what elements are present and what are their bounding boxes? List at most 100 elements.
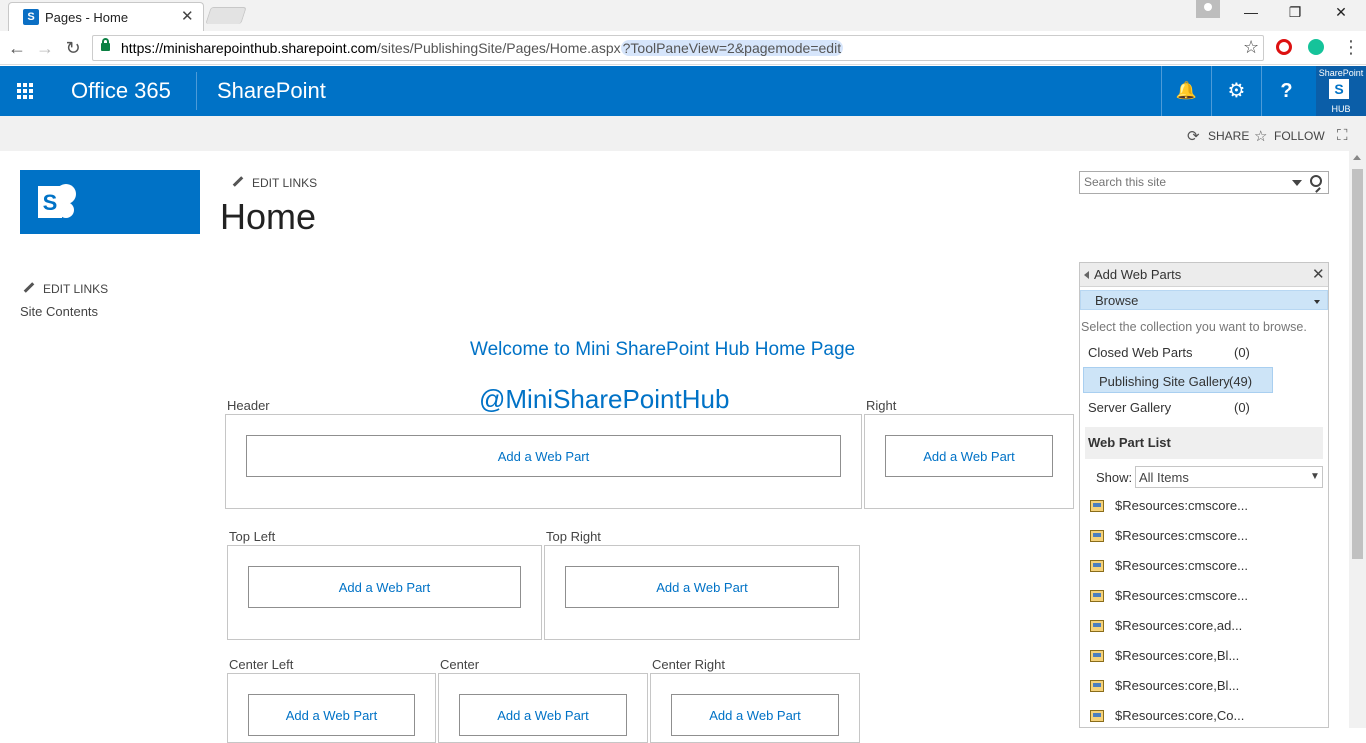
web-part-list-item[interactable]: $Resources:core,Bl... (1088, 647, 1318, 669)
show-filter-select[interactable]: All Items ▼ (1135, 466, 1323, 488)
sharepoint-hub-logo[interactable]: SharePoint S HUB (1316, 66, 1366, 116)
scrollbar-thumb[interactable] (1352, 169, 1363, 559)
bell-icon[interactable]: 🔔 (1161, 66, 1211, 116)
add-web-part-button[interactable]: Add a Web Part (885, 435, 1053, 477)
new-tab-button[interactable] (205, 7, 247, 24)
web-part-icon (1090, 590, 1104, 602)
zone-center-left: Add a Web Part (227, 673, 436, 743)
web-part-list-item[interactable]: $Resources:core,Co... (1088, 707, 1318, 729)
toolpane-title: Add Web Parts (1094, 267, 1182, 282)
sharepoint-favicon-icon: S (23, 9, 39, 25)
hub-logo-mark: S (1329, 79, 1349, 99)
zone-label-center-left: Center Left (229, 657, 294, 672)
zone-center: Add a Web Part (438, 673, 648, 743)
follow-star-icon[interactable]: ☆ (1254, 127, 1267, 145)
web-part-icon (1090, 620, 1104, 632)
web-part-label: $Resources:core,Bl... (1115, 648, 1240, 663)
web-part-list-item[interactable]: $Resources:cmscore... (1088, 587, 1318, 609)
browse-menu[interactable]: Browse (1080, 290, 1328, 310)
help-icon[interactable]: ? (1261, 66, 1311, 116)
web-part-icon (1090, 710, 1104, 722)
search-scope-dropdown-icon[interactable] (1292, 180, 1302, 186)
add-web-part-button[interactable]: Add a Web Part (246, 435, 841, 477)
zone-top-right: Add a Web Part (544, 545, 860, 640)
add-web-part-button[interactable]: Add a Web Part (459, 694, 627, 736)
url-path: /sites/PublishingSite/Pages/Home.aspx (377, 40, 621, 56)
collapse-arrow-icon[interactable] (1084, 271, 1089, 279)
vertical-scrollbar[interactable] (1349, 151, 1366, 728)
bookmark-star-icon[interactable]: ☆ (1243, 37, 1259, 58)
browser-tab-active[interactable]: S Pages - Home ✕ (8, 2, 204, 31)
browse-instruction: Select the collection you want to browse… (1081, 320, 1307, 334)
collection-closed-web-parts[interactable]: Closed Web Parts (1088, 345, 1193, 360)
collection-server-gallery[interactable]: Server Gallery (1088, 400, 1171, 415)
scroll-up-icon[interactable] (1353, 155, 1361, 160)
collection-count: (49) (1229, 374, 1253, 389)
add-web-part-button[interactable]: Add a Web Part (671, 694, 839, 736)
web-part-list-item[interactable]: $Resources:core,ad... (1088, 617, 1318, 639)
top-nav-edit-links[interactable]: EDIT LINKS (232, 176, 317, 190)
web-part-label: $Resources:core,ad... (1115, 618, 1243, 633)
share-icon[interactable]: ⟳ (1187, 127, 1200, 145)
address-bar[interactable]: https://minisharepointhub.sharepoint.com… (92, 35, 1264, 61)
add-web-part-button[interactable]: Add a Web Part (248, 694, 415, 736)
collection-publishing-site-gallery[interactable]: Publishing Site Gallery (1099, 374, 1230, 389)
chevron-down-icon: ▼ (1310, 471, 1320, 482)
ribbon-bar: ⟳ SHARE ☆ FOLLOW ⛶ (0, 116, 1366, 151)
web-part-icon (1090, 530, 1104, 542)
hub-logo-bottom-text: HUB (1331, 104, 1351, 114)
browse-label: Browse (1095, 293, 1139, 308)
site-logo[interactable]: S (20, 170, 200, 234)
share-button[interactable]: SHARE (1208, 129, 1249, 143)
reload-icon[interactable]: ↻ (62, 37, 84, 59)
add-web-part-button[interactable]: Add a Web Part (565, 566, 839, 608)
opera-extension-icon[interactable] (1276, 39, 1292, 55)
minimize-button[interactable]: — (1236, 4, 1266, 24)
browser-menu-icon[interactable]: ⋮ (1342, 37, 1360, 58)
hub-logo-top-text: SharePoint (1318, 68, 1364, 78)
site-search-box[interactable] (1079, 171, 1329, 194)
profile-icon[interactable] (1196, 0, 1220, 18)
twitter-handle: @MiniSharePointHub (479, 384, 730, 414)
web-part-list-item[interactable]: $Resources:cmscore... (1088, 497, 1318, 519)
search-input[interactable] (1084, 175, 1280, 189)
web-part-icon (1090, 560, 1104, 572)
web-part-list-item[interactable]: $Resources:cmscore... (1088, 527, 1318, 549)
zone-label-center: Center (440, 657, 480, 672)
tab-close-icon[interactable]: ✕ (181, 7, 194, 25)
office-365-brand[interactable]: Office 365 (71, 78, 171, 104)
zone-label-right: Right (866, 398, 897, 413)
zone-center-right: Add a Web Part (650, 673, 860, 743)
web-part-label: $Resources:cmscore... (1115, 558, 1248, 573)
web-part-label: $Resources:cmscore... (1115, 498, 1248, 513)
grammarly-extension-icon[interactable] (1308, 39, 1324, 55)
sharepoint-app-name[interactable]: SharePoint (217, 78, 326, 104)
web-part-label: $Resources:core,Bl... (1115, 678, 1240, 693)
zone-top-left: Add a Web Part (227, 545, 542, 640)
back-arrow-icon[interactable]: ← (6, 37, 28, 59)
quick-launch-site-contents[interactable]: Site Contents (20, 304, 98, 319)
search-icon[interactable] (1310, 175, 1322, 187)
web-part-list-item[interactable]: $Resources:core,Bl... (1088, 677, 1318, 699)
focus-on-content-icon[interactable]: ⛶ (1337, 127, 1348, 144)
forward-arrow-icon[interactable]: → (34, 37, 56, 59)
collection-count: (0) (1234, 345, 1250, 360)
show-filter-label: Show: (1096, 470, 1133, 485)
restore-button[interactable]: ❐ (1280, 4, 1310, 24)
web-part-list-header: Web Part List (1085, 427, 1323, 459)
sharepoint-logo-icon: S (38, 184, 76, 218)
window-close-button[interactable]: ✕ (1326, 4, 1356, 24)
edit-links-label: EDIT LINKS (43, 282, 109, 296)
zone-label-header: Header (227, 398, 270, 413)
url-text[interactable]: https://minisharepointhub.sharepoint.com… (121, 40, 844, 56)
web-part-list-item[interactable]: $Resources:cmscore... (1088, 557, 1318, 579)
follow-button[interactable]: FOLLOW (1274, 129, 1325, 143)
zone-header: Add a Web Part (225, 414, 862, 509)
toolpane-close-icon[interactable]: ✕ (1312, 265, 1325, 283)
suite-bar: Office 365 SharePoint 🔔 ⚙ ? SharePoint S… (0, 66, 1366, 116)
quick-launch-edit-links[interactable]: EDIT LINKS (23, 282, 108, 296)
add-web-part-button[interactable]: Add a Web Part (248, 566, 521, 608)
gear-icon[interactable]: ⚙ (1211, 66, 1261, 116)
show-filter-value: All Items (1139, 470, 1189, 485)
app-launcher-icon[interactable] (0, 66, 50, 116)
